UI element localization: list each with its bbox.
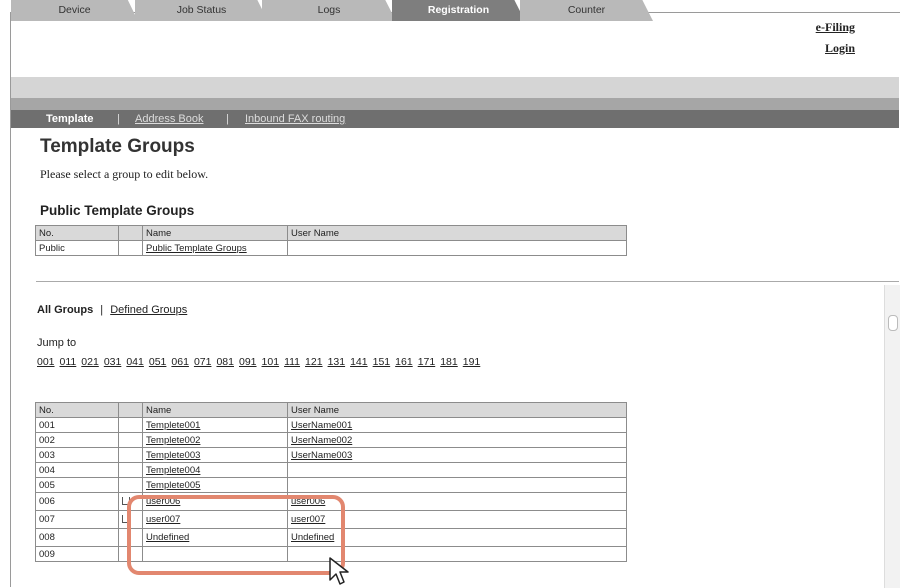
jump-page-link[interactable]: 131	[328, 356, 346, 368]
jump-page-link[interactable]: 151	[373, 356, 391, 368]
public-groups-table: No. Name User Name Public Public Templat…	[35, 225, 627, 256]
cell-user	[287, 477, 627, 493]
table-header-row: No. Name User Name	[35, 225, 627, 241]
subnav-separator: |	[226, 113, 229, 125]
jump-page-link[interactable]: 061	[171, 356, 189, 368]
cell-no: 005	[35, 477, 119, 493]
cell-no: 002	[35, 432, 119, 448]
cell-icon	[118, 462, 143, 478]
jump-page-link[interactable]: 141	[350, 356, 368, 368]
jump-page-link[interactable]: 001	[37, 356, 55, 368]
table-row: 001 Templete001 UserName001	[35, 417, 627, 433]
jump-page-link[interactable]: 051	[149, 356, 167, 368]
group-name-link[interactable]: Templete004	[146, 465, 200, 476]
tab-logs[interactable]: Logs	[262, 0, 396, 21]
cell-no: 008	[35, 528, 119, 547]
intro-text: Please select a group to edit below.	[40, 167, 209, 181]
jump-page-link[interactable]: 181	[440, 356, 458, 368]
cell-no: 001	[35, 417, 119, 433]
jump-pages: 001 011 021 031 041 051 061 071 081 091 101 111 121 1…	[37, 356, 485, 368]
cell-user	[287, 462, 627, 478]
jump-page-link[interactable]: 081	[216, 356, 234, 368]
group-filter: All Groups | Defined Groups	[37, 304, 187, 316]
tab-job-status[interactable]: Job Status	[135, 0, 268, 21]
cell-no: Public	[35, 240, 119, 256]
col-no: No.	[35, 402, 119, 418]
efiling-link[interactable]: e-Filing	[816, 20, 855, 35]
all-groups-label[interactable]: All Groups	[37, 304, 93, 316]
page-title: Template Groups	[40, 136, 195, 157]
jump-page-link[interactable]: 121	[305, 356, 323, 368]
subnav-template: Template	[46, 113, 94, 125]
divider	[36, 281, 899, 282]
group-name-link[interactable]: Templete003	[146, 450, 200, 461]
jump-page-link[interactable]: 091	[239, 356, 257, 368]
public-template-groups-link[interactable]: Public Template Groups	[146, 243, 247, 254]
group-name-link[interactable]: Templete001	[146, 420, 200, 431]
col-name: Name	[142, 225, 288, 241]
subnav: Template | Address Book | Inbound FAX ro…	[11, 110, 899, 128]
group-filter-separator: |	[100, 304, 104, 316]
subnav-address-book[interactable]: Address Book	[135, 113, 203, 125]
table-row: Public Public Template Groups	[35, 240, 627, 256]
jump-page-link[interactable]: 031	[104, 356, 122, 368]
jump-page-link[interactable]: 041	[126, 356, 144, 368]
table-row: 003 Templete003 UserName003	[35, 447, 627, 463]
jump-page-link[interactable]: 071	[194, 356, 212, 368]
cell-icon	[118, 432, 143, 448]
jump-label: Jump to	[37, 337, 77, 349]
table-row: 005 Templete005	[35, 477, 627, 493]
cell-icon	[118, 417, 143, 433]
jump-page-link[interactable]: 171	[418, 356, 436, 368]
scrollbar-thumb[interactable]	[888, 315, 898, 331]
user-name-link[interactable]: UserName002	[291, 435, 352, 446]
jump-page-link[interactable]: 161	[395, 356, 413, 368]
cell-no: 009	[35, 546, 119, 562]
cell-no: 007	[35, 510, 119, 529]
cell-icon	[118, 477, 143, 493]
col-no: No.	[35, 225, 119, 241]
cell-no: 006	[35, 492, 119, 511]
vertical-scrollbar[interactable]	[884, 285, 900, 588]
jump-page-link[interactable]: 191	[463, 356, 481, 368]
cell-user	[287, 240, 627, 256]
cell-no: 003	[35, 447, 119, 463]
group-name-link[interactable]: Templete005	[146, 480, 200, 491]
jump-page-link[interactable]: 111	[284, 356, 300, 368]
col-name: Name	[142, 402, 288, 418]
group-name-link[interactable]: Templete002	[146, 435, 200, 446]
jump-page-link[interactable]: 021	[81, 356, 99, 368]
public-groups-heading: Public Template Groups	[40, 203, 195, 218]
cell-icon	[118, 240, 143, 256]
user-name-link[interactable]: UserName003	[291, 450, 352, 461]
table-row: 004 Templete004	[35, 462, 627, 478]
user-name-link[interactable]: UserName001	[291, 420, 352, 431]
callout-highlight	[127, 495, 345, 575]
login-link[interactable]: Login	[825, 41, 855, 56]
col-user-name: User Name	[287, 225, 627, 241]
subnav-separator: |	[117, 113, 120, 125]
table-header-row: No. Name User Name	[35, 402, 627, 418]
tab-device[interactable]: Device	[11, 0, 138, 21]
jump-page-link[interactable]: 011	[60, 356, 77, 368]
col-user-name: User Name	[287, 402, 627, 418]
col-icon	[118, 225, 143, 241]
jump-page-link[interactable]: 101	[262, 356, 280, 368]
subnav-inbound-fax-routing[interactable]: Inbound FAX routing	[245, 113, 345, 125]
cell-icon	[118, 447, 143, 463]
tab-counter[interactable]: Counter	[520, 0, 653, 21]
cell-no: 004	[35, 462, 119, 478]
tab-bar	[11, 77, 899, 98]
tab-registration[interactable]: Registration	[392, 0, 525, 21]
col-icon	[118, 402, 143, 418]
table-row: 002 Templete002 UserName002	[35, 432, 627, 448]
mouse-cursor-icon	[329, 557, 349, 585]
defined-groups-link[interactable]: Defined Groups	[110, 304, 187, 316]
